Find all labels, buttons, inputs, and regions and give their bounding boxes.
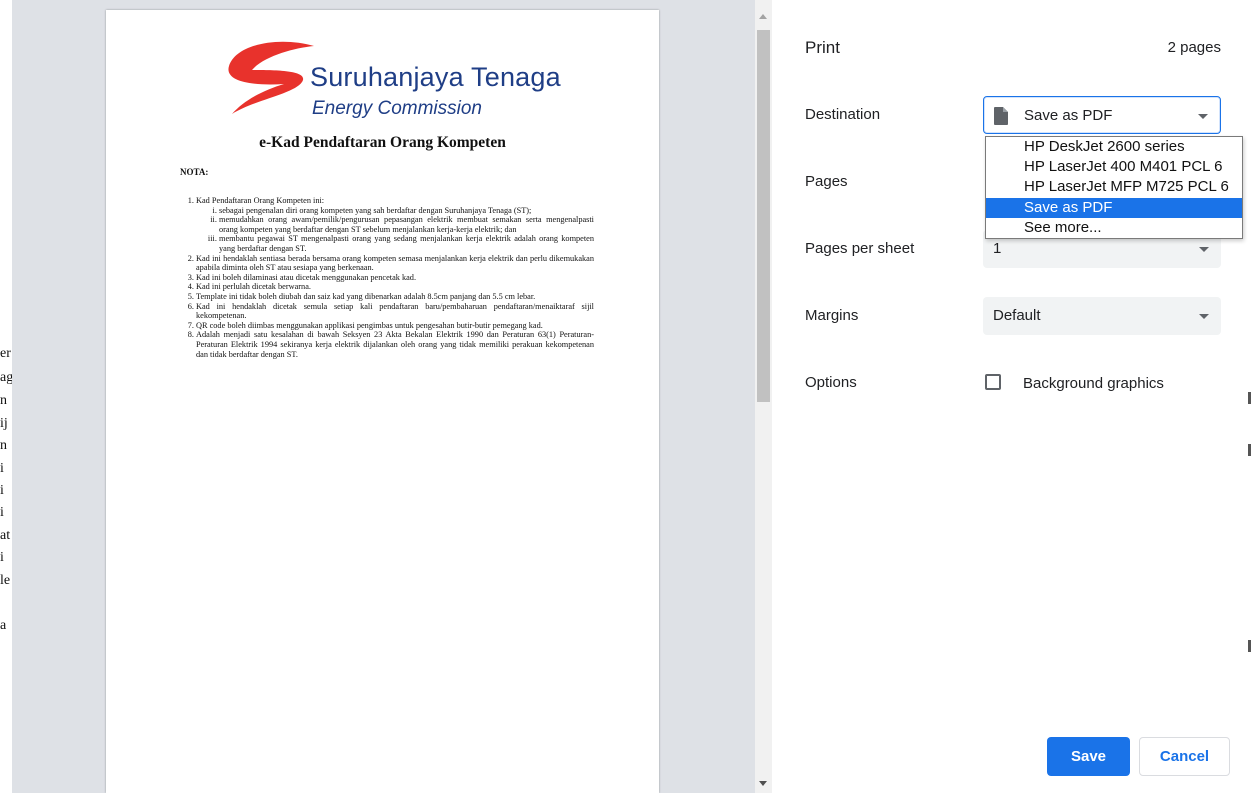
destination-option-selected[interactable]: Save as PDF [986,198,1242,218]
note-item: Template ini tidak boleh diubah dan saiz… [196,292,594,302]
note-item: Kad Pendaftaran Orang Kompeten ini: seba… [196,196,594,254]
destination-option[interactable]: HP LaserJet 400 M401 PCL 6 [986,157,1242,177]
logo-swoosh-icon [228,41,314,115]
note-item: Kad ini hendaklah sentiasa berada bersam… [196,254,594,273]
note-item: Kad ini boleh dilaminasi atau dicetak me… [196,273,594,283]
bg-text: ij [0,416,8,431]
destination-select[interactable]: Save as PDF [983,96,1221,134]
note-item: Kad ini perlulah dicetak berwarna. [196,282,594,292]
print-title: Print [805,38,840,57]
pages-per-sheet-label: Pages per sheet [805,240,915,257]
logo-subtitle: Energy Commission [312,98,482,119]
note-item: QR code boleh diimbas menggunakan applik… [196,321,594,331]
notes-list: Kad Pendaftaran Orang Kompeten ini: seba… [184,196,594,359]
subnote-item: sebagai pengenalan diri orang kompeten y… [219,206,594,216]
scrollbar-thumb[interactable] [757,30,770,402]
bg-text: ag [0,370,12,385]
bg-text: at [0,528,11,543]
pages-label: Pages [805,173,848,190]
note-item: Kad ini hendaklah dicetak semula setiap … [196,302,594,321]
margins-select[interactable]: Default [983,297,1221,335]
margins-value: Default [993,307,1041,324]
destination-dropdown-list[interactable]: HP DeskJet 2600 series HP LaserJet 400 M… [985,136,1243,239]
destination-option-see-more[interactable]: See more... [986,218,1242,238]
preview-scrollbar[interactable] [755,0,772,793]
bg-text: i [0,461,4,476]
document-title: e-Kad Pendaftaran Orang Kompeten [259,134,506,151]
destination-value: Save as PDF [1024,107,1113,124]
energy-commission-logo: Suruhanjaya Tenaga Energy Commission [224,38,584,128]
logo-title: Suruhanjaya Tenaga [310,62,561,92]
bg-text: le [0,573,11,588]
print-preview-area[interactable]: Suruhanjaya Tenaga Energy Commission e-K… [12,0,755,793]
save-button[interactable]: Save [1047,737,1130,776]
background-graphics-checkbox[interactable] [985,374,1001,390]
preview-page: Suruhanjaya Tenaga Energy Commission e-K… [106,10,659,793]
bg-text: n [0,438,7,453]
destination-option[interactable]: HP DeskJet 2600 series [986,137,1242,157]
bg-text: i [0,483,4,498]
scroll-up-arrow-icon[interactable] [759,14,767,19]
bg-text: er [0,346,11,361]
bg-text: i [0,505,4,520]
cancel-button[interactable]: Cancel [1139,737,1230,776]
destination-option[interactable]: HP LaserJet MFP M725 PCL 6 [986,177,1242,197]
document-icon [994,107,1008,125]
subnote-item: membantu pegawai ST mengenalpasti orang … [219,234,594,253]
background-page-fragment: er ag n ij n i i i at i le a [0,0,12,793]
print-settings-panel: Print 2 pages Destination Save as PDF HP… [772,0,1251,793]
scroll-down-arrow-icon[interactable] [759,781,767,786]
bg-text: n [0,393,7,408]
chevron-down-icon [1199,314,1209,319]
chevron-down-icon [1198,114,1208,119]
options-label: Options [805,374,857,391]
destination-label: Destination [805,106,881,123]
bg-text: i [0,550,4,565]
pages-per-sheet-value: 1 [993,240,1002,257]
nota-label: NOTA: [180,167,209,177]
subnote-item: memudahkan orang awam/pemilik/pengurusan… [219,215,594,234]
background-graphics-label[interactable]: Background graphics [1023,375,1164,392]
page-count: 2 pages [1167,39,1221,56]
note-item: Adalah menjadi satu kesalahan di bawah S… [196,330,594,359]
margins-label: Margins [805,307,859,324]
note-text: Kad Pendaftaran Orang Kompeten ini: [196,196,325,205]
chevron-down-icon [1199,247,1209,252]
bg-text: a [0,618,7,633]
